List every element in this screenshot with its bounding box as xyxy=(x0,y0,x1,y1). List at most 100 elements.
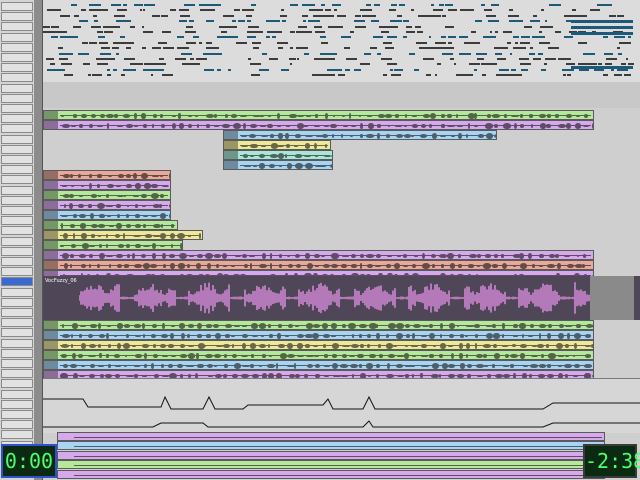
midi-note[interactable] xyxy=(442,41,446,44)
midi-note[interactable] xyxy=(390,68,394,71)
track-header[interactable] xyxy=(1,165,33,175)
midi-note[interactable] xyxy=(83,63,90,66)
midi-note[interactable] xyxy=(345,68,350,71)
track-header[interactable] xyxy=(1,267,33,277)
midi-note[interactable] xyxy=(532,14,537,17)
midi-note[interactable] xyxy=(151,14,161,17)
audio-clip[interactable] xyxy=(43,230,203,240)
midi-note[interactable] xyxy=(386,63,397,66)
midi-note[interactable] xyxy=(475,20,483,23)
midi-note[interactable] xyxy=(507,14,519,17)
midi-note[interactable] xyxy=(430,4,434,6)
midi-note[interactable] xyxy=(220,31,227,33)
midi-note[interactable] xyxy=(429,36,432,39)
midi-note[interactable] xyxy=(337,4,342,6)
midi-note[interactable] xyxy=(114,4,121,6)
midi-note[interactable] xyxy=(242,9,254,12)
midi-note[interactable] xyxy=(343,47,350,50)
midi-note[interactable] xyxy=(485,14,496,17)
midi-note[interactable] xyxy=(509,20,519,23)
track-header[interactable] xyxy=(1,206,33,215)
midi-note[interactable] xyxy=(431,14,436,17)
midi-note[interactable] xyxy=(302,14,306,17)
track-header[interactable] xyxy=(1,124,33,134)
midi-note[interactable] xyxy=(470,31,476,33)
midi-note-long[interactable] xyxy=(571,32,633,35)
midi-note[interactable] xyxy=(562,74,566,77)
midi-note[interactable] xyxy=(229,36,235,39)
midi-note[interactable] xyxy=(268,58,279,60)
midi-note[interactable] xyxy=(354,25,366,28)
midi-note[interactable] xyxy=(89,41,98,44)
audio-clip[interactable] xyxy=(57,432,605,441)
midi-note[interactable] xyxy=(290,47,294,50)
midi-note[interactable] xyxy=(57,47,64,50)
midi-note[interactable] xyxy=(128,68,136,71)
midi-note[interactable] xyxy=(394,68,404,71)
midi-note[interactable] xyxy=(364,14,377,17)
midi-note[interactable] xyxy=(262,52,268,55)
midi-note[interactable] xyxy=(494,31,498,33)
midi-note[interactable] xyxy=(246,31,255,33)
midi-note[interactable] xyxy=(562,58,571,60)
track-header[interactable] xyxy=(1,399,33,409)
midi-note[interactable] xyxy=(329,14,334,17)
midi-note[interactable] xyxy=(95,25,102,28)
midi-note[interactable] xyxy=(396,14,403,17)
track-header[interactable] xyxy=(1,22,33,32)
midi-note[interactable] xyxy=(627,36,631,39)
midi-note[interactable] xyxy=(252,41,261,44)
midi-note[interactable] xyxy=(203,68,208,71)
midi-note[interactable] xyxy=(583,52,589,55)
midi-note[interactable] xyxy=(93,14,97,17)
midi-note[interactable] xyxy=(512,74,522,77)
midi-note[interactable] xyxy=(383,74,388,77)
midi-note[interactable] xyxy=(64,74,73,77)
audio-clip[interactable] xyxy=(43,180,171,190)
midi-note[interactable] xyxy=(616,68,622,71)
midi-note[interactable] xyxy=(62,52,74,55)
track-header[interactable] xyxy=(1,12,33,22)
midi-note[interactable] xyxy=(447,9,458,12)
midi-note[interactable] xyxy=(518,58,529,60)
audio-clip[interactable] xyxy=(43,210,171,220)
audio-clip[interactable] xyxy=(43,170,171,180)
midi-note[interactable] xyxy=(445,25,455,28)
midi-note[interactable] xyxy=(71,4,78,6)
midi-note[interactable] xyxy=(78,20,89,23)
midi-note[interactable] xyxy=(538,41,551,44)
midi-note[interactable] xyxy=(439,4,445,6)
midi-note[interactable] xyxy=(236,41,244,44)
audio-clip[interactable] xyxy=(43,120,594,130)
midi-note[interactable] xyxy=(421,47,431,50)
midi-note[interactable] xyxy=(406,25,409,28)
midi-note[interactable] xyxy=(390,74,401,77)
midi-note[interactable] xyxy=(251,74,260,77)
midi-note[interactable] xyxy=(605,58,617,60)
midi-note[interactable] xyxy=(50,25,56,28)
midi-note[interactable] xyxy=(482,74,486,77)
midi-note[interactable] xyxy=(143,63,154,66)
midi-note[interactable] xyxy=(489,31,493,33)
midi-note[interactable] xyxy=(259,68,270,71)
midi-note[interactable] xyxy=(403,36,407,39)
track-header[interactable] xyxy=(1,195,33,205)
midi-note[interactable] xyxy=(535,36,546,39)
audio-clip[interactable] xyxy=(43,200,171,210)
midi-note[interactable] xyxy=(483,9,493,12)
midi-note[interactable] xyxy=(133,4,144,6)
midi-note[interactable] xyxy=(58,52,63,55)
midi-note[interactable] xyxy=(444,4,454,6)
midi-note[interactable] xyxy=(280,14,288,17)
midi-note[interactable] xyxy=(189,20,194,23)
midi-note[interactable] xyxy=(450,47,455,50)
midi-note[interactable] xyxy=(520,36,531,39)
midi-note[interactable] xyxy=(181,52,186,55)
midi-note[interactable] xyxy=(125,58,135,60)
midi-note[interactable] xyxy=(177,47,189,50)
midi-note[interactable] xyxy=(269,31,280,33)
track-header[interactable] xyxy=(1,338,33,348)
midi-note[interactable] xyxy=(390,20,402,23)
midi-note[interactable] xyxy=(201,9,207,12)
midi-note[interactable] xyxy=(59,58,68,60)
